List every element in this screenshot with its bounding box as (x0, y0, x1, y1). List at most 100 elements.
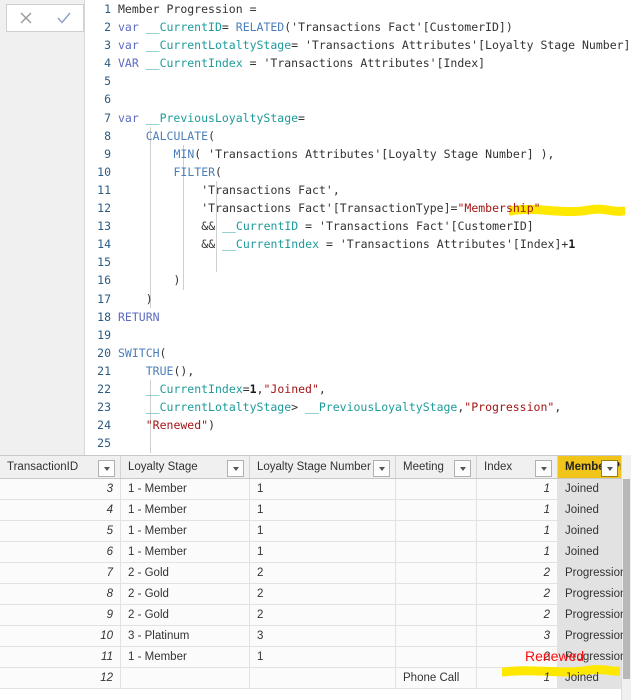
cell-transaction_id[interactable]: 8 (0, 584, 121, 605)
formula-bar-area: 1 Member Progression = 2 var __CurrentID= R… (0, 0, 631, 455)
column-header-member-progression[interactable]: Member Progression (558, 456, 624, 478)
cell-transaction_id[interactable]: 12 (0, 668, 121, 689)
cell-loyalty_stage_number[interactable]: 2 (250, 563, 396, 584)
cell-meeting[interactable] (396, 521, 477, 542)
cell-value: 1 - Member (128, 525, 187, 537)
cell-loyalty_stage[interactable]: 2 - Gold (121, 584, 250, 605)
table-row[interactable]: 10 3 - Platinum 3 3 Progression (0, 626, 631, 647)
cell-loyalty_stage_number[interactable]: 1 (250, 500, 396, 521)
column-header-index[interactable]: Index (477, 456, 558, 478)
cell-loyalty_stage_number[interactable]: 1 (250, 521, 396, 542)
cell-loyalty_stage_number[interactable]: 1 (250, 479, 396, 500)
cell-member_progression[interactable]: Progression (558, 563, 624, 584)
cell-transaction_id[interactable]: 5 (0, 521, 121, 542)
cell-loyalty_stage_number[interactable] (250, 668, 396, 689)
cell-loyalty_stage_number[interactable]: 3 (250, 626, 396, 647)
cell-loyalty_stage[interactable]: 1 - Member (121, 647, 250, 668)
table-row[interactable]: 3 1 - Member 1 1 Joined (0, 479, 631, 500)
table-row[interactable]: 5 1 - Member 1 1 Joined (0, 521, 631, 542)
filter-dropdown-icon[interactable] (373, 460, 390, 477)
cell-loyalty_stage_number[interactable]: 1 (250, 542, 396, 563)
cell-transaction_id[interactable]: 6 (0, 542, 121, 563)
column-header-loyalty-stage[interactable]: Loyalty Stage (121, 456, 250, 478)
filter-dropdown-icon[interactable] (454, 460, 471, 477)
cell-member_progression[interactable]: Joined (558, 479, 624, 500)
cell-index[interactable]: 1 (477, 500, 558, 521)
data-preview-grid[interactable]: TransactionID Loyalty Stage Loyalty Stage … (0, 455, 631, 700)
table-row[interactable]: 7 2 - Gold 2 2 Progression (0, 563, 631, 584)
cell-index[interactable]: 2 (477, 563, 558, 584)
cell-index[interactable]: 1 (477, 542, 558, 563)
code-line: 4 VAR __CurrentIndex = 'Transactions Attr… (85, 54, 631, 72)
cancel-formula-button[interactable] (11, 7, 41, 29)
column-header-transactionid[interactable]: TransactionID (0, 456, 121, 478)
line-text: var __CurrentID= RELATED('Transactions F… (118, 20, 513, 35)
cell-value: 9 (106, 609, 113, 621)
cell-loyalty_stage[interactable] (121, 668, 250, 689)
filter-dropdown-icon[interactable] (535, 460, 552, 477)
cell-value: 3 (257, 630, 264, 642)
cell-loyalty_stage[interactable]: 2 - Gold (121, 563, 250, 584)
cell-value: 4 (106, 504, 113, 516)
column-header-loyalty-stage-number[interactable]: Loyalty Stage Number (250, 456, 396, 478)
line-text: 'Transactions Fact', (201, 182, 340, 197)
code-line: 25 (85, 434, 631, 452)
cell-meeting[interactable] (396, 647, 477, 668)
cell-loyalty_stage[interactable]: 1 - Member (121, 521, 250, 542)
table-row[interactable]: 6 1 - Member 1 1 Joined (0, 542, 631, 563)
cell-member_progression[interactable]: Progression (558, 605, 624, 626)
cell-meeting[interactable] (396, 563, 477, 584)
cell-loyalty_stage[interactable]: 1 - Member (121, 542, 250, 563)
table-row[interactable]: 8 2 - Gold 2 2 Progression (0, 584, 631, 605)
cell-loyalty_stage_number[interactable]: 2 (250, 584, 396, 605)
cell-transaction_id[interactable]: 3 (0, 479, 121, 500)
cell-meeting[interactable]: Phone Call (396, 668, 477, 689)
dax-code-editor[interactable]: 1 Member Progression = 2 var __CurrentID= R… (84, 0, 631, 455)
grid-scrollbar-thumb[interactable] (623, 479, 630, 679)
line-text: ) (145, 291, 153, 306)
cell-member_progression[interactable]: Joined (558, 542, 624, 563)
cell-loyalty_stage_number[interactable]: 1 (250, 647, 396, 668)
cell-index[interactable]: 1 (477, 479, 558, 500)
cell-loyalty_stage[interactable]: 1 - Member (121, 500, 250, 521)
cell-loyalty_stage[interactable]: 1 - Member (121, 479, 250, 500)
cell-member_progression[interactable]: Joined (558, 521, 624, 542)
cell-value: 1 (257, 504, 264, 516)
column-header-meeting[interactable]: Meeting (396, 456, 477, 478)
cell-index[interactable]: 3 (477, 626, 558, 647)
cell-index[interactable]: 2 (477, 584, 558, 605)
filter-dropdown-icon[interactable] (601, 460, 618, 477)
cell-member_progression[interactable]: Progression (558, 626, 624, 647)
cell-meeting[interactable] (396, 542, 477, 563)
cell-loyalty_stage[interactable]: 3 - Platinum (121, 626, 250, 647)
cell-transaction_id[interactable]: 7 (0, 563, 121, 584)
cell-transaction_id[interactable]: 4 (0, 500, 121, 521)
cell-member_progression[interactable]: Joined (558, 500, 624, 521)
filter-dropdown-icon[interactable] (98, 460, 115, 477)
cell-value: 1 - Member (128, 483, 187, 495)
table-row[interactable]: 4 1 - Member 1 1 Joined (0, 500, 631, 521)
cell-index[interactable]: 2 (477, 605, 558, 626)
cell-meeting[interactable] (396, 500, 477, 521)
table-row[interactable]: 9 2 - Gold 2 2 Progression (0, 605, 631, 626)
code-line: 16 ) (85, 271, 631, 289)
cell-loyalty_stage_number[interactable]: 2 (250, 605, 396, 626)
filter-dropdown-icon[interactable] (227, 460, 244, 477)
cell-transaction_id[interactable]: 11 (0, 647, 121, 668)
cell-meeting[interactable] (396, 605, 477, 626)
apply-formula-button[interactable] (49, 7, 79, 29)
code-line: 8 CALCULATE( (85, 127, 631, 145)
code-line: 10 FILTER( (85, 163, 631, 181)
cell-value: Progression (565, 588, 624, 600)
cell-meeting[interactable] (396, 584, 477, 605)
cell-loyalty_stage[interactable]: 2 - Gold (121, 605, 250, 626)
line-number: 20 (97, 345, 111, 360)
cell-meeting[interactable] (396, 626, 477, 647)
cell-index[interactable]: 1 (477, 521, 558, 542)
cell-value: 2 - Gold (128, 567, 169, 579)
cell-meeting[interactable] (396, 479, 477, 500)
cell-transaction_id[interactable]: 9 (0, 605, 121, 626)
cell-transaction_id[interactable]: 10 (0, 626, 121, 647)
cell-member_progression[interactable]: Progression (558, 584, 624, 605)
cell-value: 1 - Member (128, 651, 187, 663)
